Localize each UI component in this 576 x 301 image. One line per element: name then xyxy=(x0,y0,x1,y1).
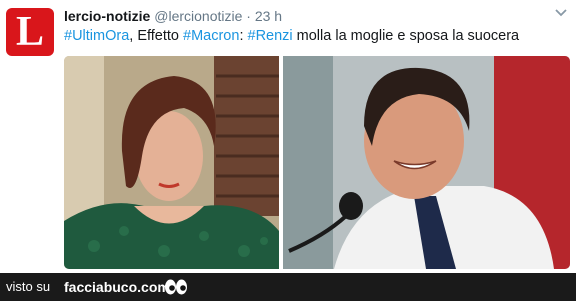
hashtag-macron[interactable]: #Macron xyxy=(183,28,239,44)
tweet-card: L lercio-notizie @lercionotizie · 23 h #… xyxy=(0,0,576,273)
site-name[interactable]: facciabuco.com xyxy=(64,279,170,295)
tweet-text-part: molla la moglie e sposa la suocera xyxy=(292,28,520,44)
eyes-icon xyxy=(165,279,187,295)
footer-bar: visto su facciabuco.com xyxy=(0,273,576,301)
visto-su-label: visto su xyxy=(6,279,51,294)
tweet-text-part: : xyxy=(239,28,248,44)
chevron-down-icon[interactable] xyxy=(554,8,568,18)
tweet-header: lercio-notizie @lercionotizie · 23 h xyxy=(64,7,282,25)
timestamp[interactable]: 23 h xyxy=(255,8,282,24)
hashtag-ultimora[interactable]: #UltimOra xyxy=(64,28,129,44)
photo-left[interactable] xyxy=(64,56,279,269)
photo-right[interactable] xyxy=(283,56,570,269)
separator: · xyxy=(246,8,251,24)
tweet-text: #UltimOra, Effetto #Macron: #Renzi molla… xyxy=(64,27,519,45)
avatar[interactable]: L xyxy=(6,8,54,56)
hashtag-renzi[interactable]: #Renzi xyxy=(248,28,293,44)
media-grid xyxy=(64,56,570,269)
avatar-letter: L xyxy=(15,9,44,55)
tweet-text-part: , Effetto xyxy=(129,28,184,44)
author-handle[interactable]: @lercionotizie xyxy=(154,8,242,24)
author-name[interactable]: lercio-notizie xyxy=(64,8,150,24)
